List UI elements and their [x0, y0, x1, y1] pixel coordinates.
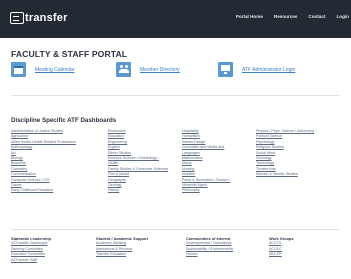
discipline-column-2: Economics Education Engineering English Ethn… — [108, 129, 168, 194]
nav-portal-home[interactable]: Portal Home — [236, 14, 263, 19]
member-directory-link[interactable]: Member Directory — [116, 62, 180, 84]
calendar-icon — [11, 62, 26, 77]
footer-column-2: Student / Academic Support Academic Advis… — [96, 236, 148, 258]
top-nav-links: Portal Home Resources Contact Login — [236, 14, 351, 19]
disciplines-heading: Discipline Specific ATF Dashboards — [11, 117, 117, 124]
top-navigation-bar: transfer Portal Home Resources Contact L… — [0, 0, 351, 38]
discipline-column-4: Physics / Phys. Science / Astronomy Polit… — [256, 129, 314, 178]
divider — [11, 229, 340, 230]
divider — [11, 95, 340, 96]
aztransfer-logo[interactable]: transfer — [10, 11, 68, 25]
discipline-link[interactable]: Philosophy — [182, 188, 230, 193]
meeting-calendar-link[interactable]: Meeting Calendar — [11, 62, 74, 84]
footer-column-3: Communities of Interest Developmental / T… — [186, 236, 233, 258]
member-directory-label[interactable]: Member Directory — [140, 67, 180, 73]
people-icon — [116, 62, 131, 77]
monitor-icon — [218, 62, 233, 77]
meeting-calendar-label[interactable]: Meeting Calendar — [35, 67, 74, 73]
discipline-column-1: Administration of Justice Studies Agricul… — [11, 129, 76, 194]
atf-admin-login-label[interactable]: ATF Administrator Login — [242, 67, 295, 73]
nav-login[interactable]: Login — [336, 14, 349, 19]
discipline-column-3: Hospitality Humanities Interior Design Jour… — [182, 129, 230, 194]
footer-link[interactable]: Honors — [186, 252, 233, 257]
nav-contact[interactable]: Contact — [308, 14, 325, 19]
discipline-link[interactable]: History — [108, 188, 168, 193]
discipline-link[interactable]: Early Childhood Education — [11, 188, 76, 193]
footer-link[interactable]: AZTransfer Staff — [11, 258, 51, 263]
atf-admin-login-link[interactable]: ATF Administrator Login — [218, 62, 295, 84]
discipline-link[interactable]: Women & Gender Studies — [256, 172, 314, 177]
footer-column-4: Work Groups ACCTS ACOCC AIIA-PP — [269, 236, 294, 258]
footer-column-1: Statewide Leadership AZTransfer Dashboard… — [11, 236, 51, 263]
page-title: FACULTY & STAFF PORTAL — [11, 49, 128, 59]
logo-text: transfer — [25, 12, 68, 24]
discipline-link[interactable]: Journalism and Media Arts — [182, 145, 230, 150]
page: transfer Portal Home Resources Contact L… — [0, 0, 351, 279]
footer-link[interactable]: AIIA-PP — [269, 252, 294, 257]
logo-mark-icon — [10, 12, 24, 24]
footer-link[interactable]: Transfer Education — [96, 252, 148, 257]
nav-resources[interactable]: Resources — [274, 14, 298, 19]
